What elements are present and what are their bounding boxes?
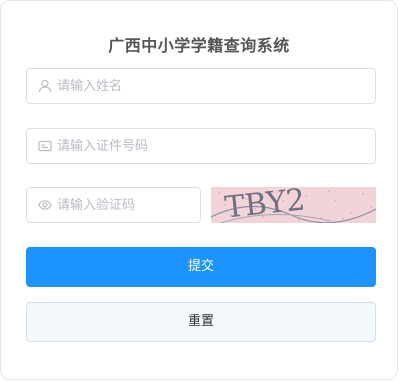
- query-card: 广西中小学学籍查询系统 请输入姓名 请输入证件号码 请输入验证码 TBY2 提交…: [0, 0, 398, 380]
- captcha-text: TBY2: [223, 187, 307, 223]
- captcha-input[interactable]: [57, 188, 190, 222]
- user-icon: [38, 79, 52, 93]
- name-input[interactable]: [57, 69, 365, 103]
- reset-button[interactable]: 重置: [26, 302, 376, 342]
- eye-icon: [38, 200, 52, 210]
- submit-button[interactable]: 提交: [26, 247, 376, 287]
- id-number-field[interactable]: [26, 128, 376, 164]
- captcha-image[interactable]: TBY2: [211, 187, 376, 223]
- page-title: 广西中小学学籍查询系统: [108, 36, 290, 55]
- id-number-input[interactable]: [57, 129, 365, 163]
- name-field[interactable]: [26, 68, 376, 104]
- captcha-field[interactable]: [26, 187, 201, 223]
- id-card-icon: [38, 140, 52, 152]
- captcha-graphic: TBY2: [211, 187, 376, 223]
